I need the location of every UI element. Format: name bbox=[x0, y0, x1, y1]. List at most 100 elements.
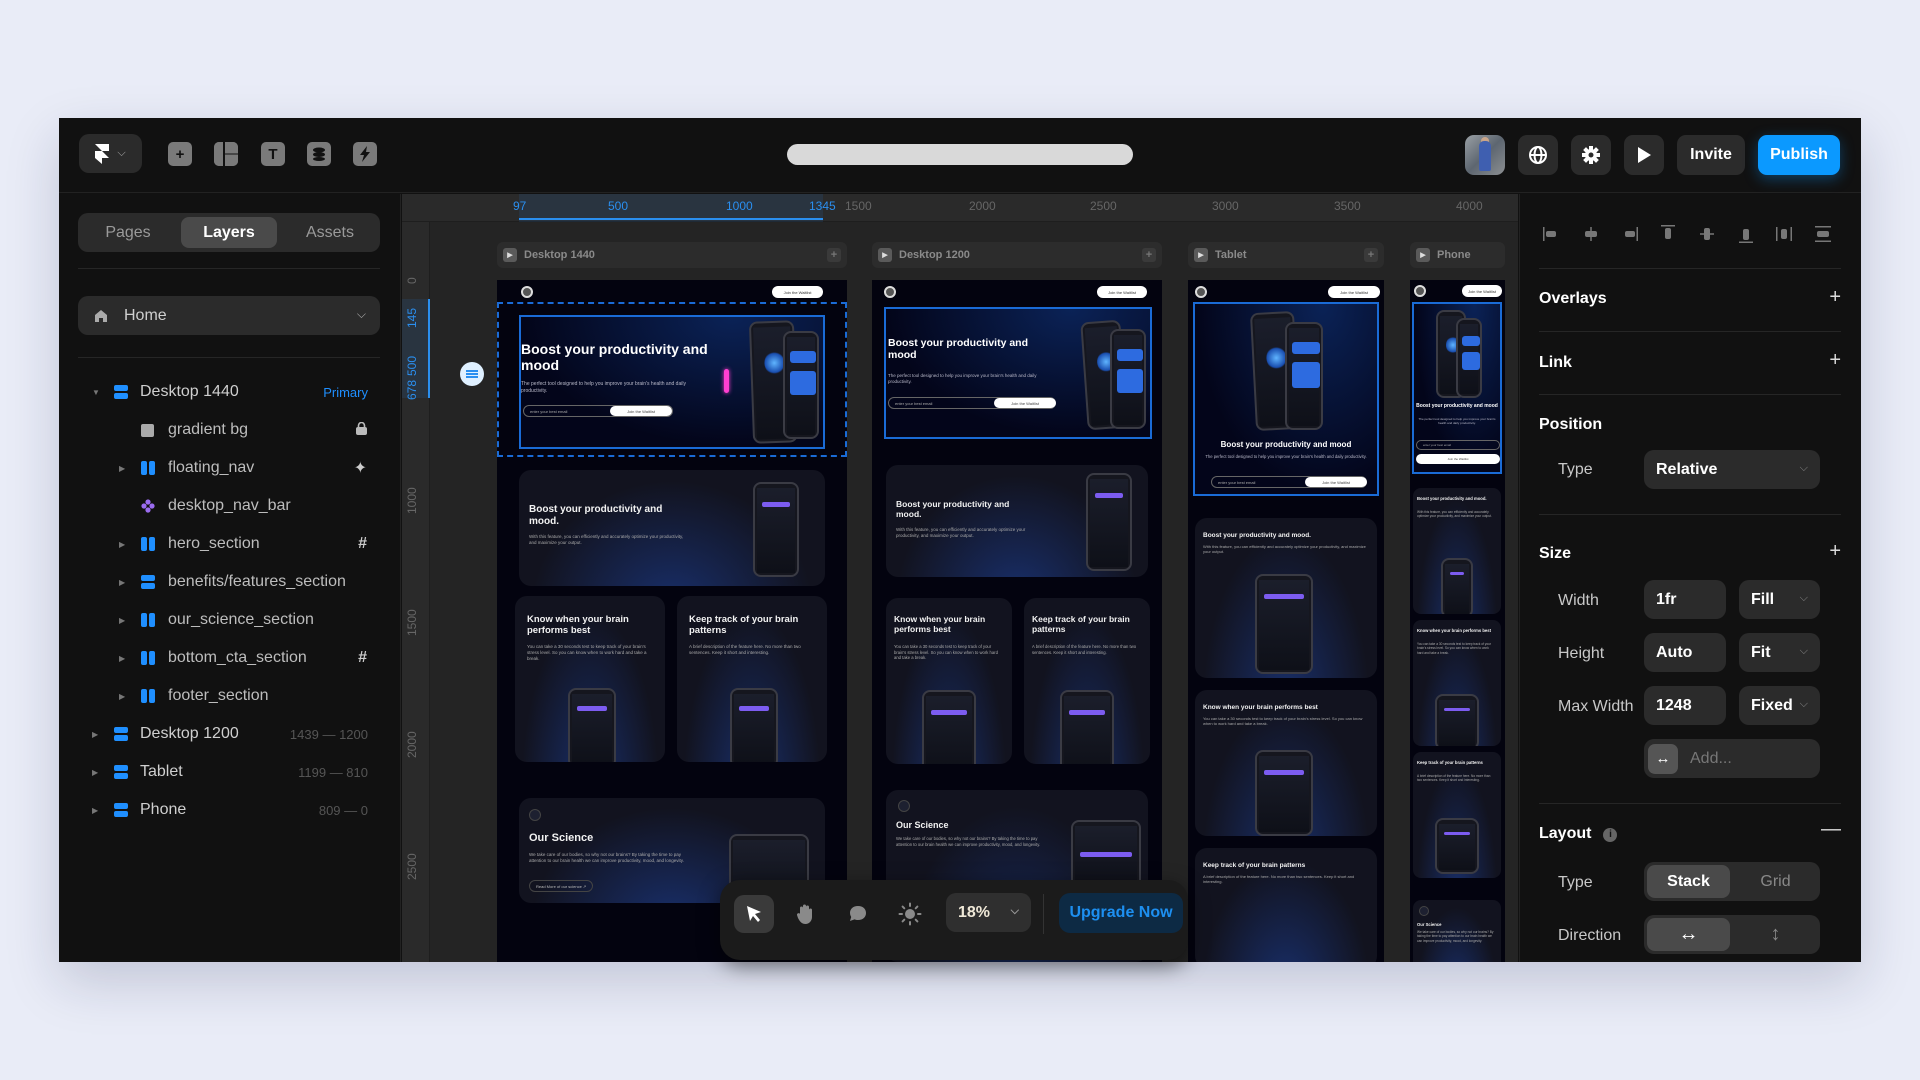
layer-our-science-section[interactable]: ▶ our_science_section bbox=[59, 601, 401, 639]
caret-collapsed-icon[interactable]: ▶ bbox=[119, 578, 125, 587]
design-canvas[interactable]: 97 500 1000 1345 1500 2000 2500 3000 350… bbox=[402, 194, 1518, 962]
caret-expanded-icon[interactable]: ▼ bbox=[92, 388, 100, 397]
publish-button[interactable]: Publish bbox=[1758, 135, 1840, 175]
feature-card[interactable]: Keep track of your brain patterns A brie… bbox=[1195, 848, 1377, 962]
direction-horizontal-icon[interactable]: ↔ bbox=[1647, 918, 1730, 951]
feature-card[interactable]: Boost your productivity and mood. With t… bbox=[886, 465, 1148, 577]
play-icon[interactable]: ▶ bbox=[1416, 248, 1430, 262]
align-v-center-icon[interactable] bbox=[1697, 224, 1717, 244]
layout-type-stack[interactable]: Stack bbox=[1647, 865, 1730, 898]
lock-icon[interactable] bbox=[356, 421, 367, 438]
height-input[interactable]: Auto bbox=[1644, 633, 1726, 672]
align-right-icon[interactable] bbox=[1619, 224, 1639, 244]
theme-toggle-icon[interactable] bbox=[890, 895, 930, 933]
layer-tablet[interactable]: ▶ Tablet 1199 — 810 bbox=[59, 753, 401, 791]
add-link-icon[interactable]: + bbox=[1829, 349, 1841, 372]
align-h-center-icon[interactable] bbox=[1581, 224, 1601, 244]
gear-icon[interactable] bbox=[1571, 135, 1611, 175]
layer-footer-section[interactable]: ▶ footer_section bbox=[59, 677, 401, 715]
invite-button[interactable]: Invite bbox=[1677, 135, 1745, 175]
feature-card[interactable]: Keep track of your brain patterns A brie… bbox=[677, 596, 827, 762]
caret-collapsed-icon[interactable]: ▶ bbox=[92, 806, 98, 815]
tab-layers[interactable]: Layers bbox=[181, 217, 277, 248]
remove-layout-icon[interactable]: — bbox=[1821, 818, 1841, 841]
caret-collapsed-icon[interactable]: ▶ bbox=[119, 616, 125, 625]
width-mode-select[interactable]: Fill ⌵ bbox=[1739, 580, 1820, 619]
cms-database-icon[interactable] bbox=[307, 142, 331, 166]
feature-card[interactable]: Know when your brain performs best You c… bbox=[1195, 690, 1377, 836]
feature-card[interactable]: Boost your productivity and mood. With t… bbox=[1413, 488, 1501, 614]
play-icon[interactable]: ▶ bbox=[878, 248, 892, 262]
caret-collapsed-icon[interactable]: ▶ bbox=[92, 768, 98, 777]
align-left-icon[interactable] bbox=[1542, 224, 1562, 244]
layer-desktop-1200[interactable]: ▶ Desktop 1200 1439 — 1200 bbox=[59, 715, 401, 753]
layer-benefits-features-section[interactable]: ▶ benefits/features_section bbox=[59, 563, 401, 601]
layer-desktop-nav-bar[interactable]: desktop_nav_bar bbox=[59, 487, 401, 525]
max-width-mode-select[interactable]: Fixed ⌵ bbox=[1739, 686, 1820, 725]
add-size-constraint-input[interactable]: ↔ Add... bbox=[1644, 739, 1820, 778]
position-type-select[interactable]: Relative ⌵ bbox=[1644, 450, 1820, 489]
comment-tool-icon[interactable] bbox=[838, 895, 878, 933]
distribute-horizontal-icon[interactable] bbox=[1774, 224, 1794, 244]
caret-collapsed-icon[interactable]: ▶ bbox=[119, 654, 125, 663]
globe-icon[interactable] bbox=[1518, 135, 1558, 175]
width-input[interactable]: 1fr bbox=[1644, 580, 1726, 619]
zoom-level-select[interactable]: 18% ⌵ bbox=[946, 893, 1031, 932]
project-title-bar[interactable] bbox=[787, 144, 1133, 165]
layer-gradient-bg[interactable]: gradient bg bbox=[59, 411, 401, 449]
layer-phone[interactable]: ▶ Phone 809 — 0 bbox=[59, 791, 401, 829]
play-preview-icon[interactable] bbox=[1624, 135, 1664, 175]
feature-card[interactable]: Keep track of your brain patterns A brie… bbox=[1024, 598, 1150, 764]
hero-section[interactable]: Boost your productivity and mood The per… bbox=[1193, 302, 1379, 496]
main-menu-button[interactable]: ⌵ bbox=[79, 134, 142, 173]
align-bottom-icon[interactable] bbox=[1736, 224, 1756, 244]
frame-phone[interactable]: Join the Waitlist Boost your productivit… bbox=[1410, 280, 1505, 962]
hero-section[interactable]: Boost your productivity and mood The per… bbox=[884, 307, 1152, 439]
insert-add-icon[interactable]: + bbox=[168, 142, 192, 166]
feature-card[interactable]: Boost your productivity and mood. With t… bbox=[1195, 518, 1377, 678]
frame-label-desktop-1440[interactable]: ▶ Desktop 1440 + bbox=[497, 242, 847, 268]
frame-tablet[interactable]: Join the Waitlist Boost your productivit… bbox=[1188, 280, 1384, 962]
feature-card[interactable]: Boost your productivity and mood. With t… bbox=[519, 470, 825, 586]
page-select[interactable]: Home ⌵ bbox=[78, 296, 380, 335]
caret-collapsed-icon[interactable]: ▶ bbox=[119, 540, 125, 549]
hero-section[interactable]: Boost your productivity and mood The per… bbox=[519, 315, 825, 449]
direction-vertical-icon[interactable]: ↕ bbox=[1734, 918, 1817, 951]
hand-tool-icon[interactable] bbox=[786, 895, 826, 933]
feature-card[interactable]: Know when your brain performs best You c… bbox=[886, 598, 1012, 764]
caret-collapsed-icon[interactable]: ▶ bbox=[119, 692, 125, 701]
user-avatar[interactable] bbox=[1465, 135, 1505, 175]
distribute-vertical-icon[interactable] bbox=[1813, 224, 1833, 244]
add-breakpoint-icon[interactable]: + bbox=[1142, 248, 1156, 262]
frame-label-phone[interactable]: ▶ Phone bbox=[1410, 242, 1505, 268]
align-top-icon[interactable] bbox=[1658, 224, 1678, 244]
play-icon[interactable]: ▶ bbox=[503, 248, 517, 262]
hero-section[interactable]: Boost your productivity and mood The per… bbox=[1412, 302, 1502, 474]
add-overlay-icon[interactable]: + bbox=[1829, 286, 1841, 309]
layer-desktop-1440[interactable]: ▼ Desktop 1440 Primary bbox=[59, 373, 401, 411]
feature-card[interactable]: Know when your brain performs best You c… bbox=[515, 596, 665, 762]
text-icon[interactable]: T bbox=[261, 142, 285, 166]
tab-pages[interactable]: Pages bbox=[82, 217, 174, 248]
add-breakpoint-icon[interactable]: + bbox=[827, 248, 841, 262]
layer-bottom-cta-section[interactable]: ▶ bottom_cta_section # bbox=[59, 639, 401, 677]
layout-icon[interactable] bbox=[214, 142, 238, 166]
add-breakpoint-icon[interactable]: + bbox=[1364, 248, 1378, 262]
stack-handle-icon[interactable] bbox=[460, 362, 484, 386]
tab-assets[interactable]: Assets bbox=[284, 217, 376, 248]
add-size-icon[interactable]: + bbox=[1829, 540, 1841, 563]
science-card[interactable]: Our Science We take care of our bodies, … bbox=[1413, 900, 1501, 962]
pointer-tool-icon[interactable] bbox=[734, 895, 774, 933]
frame-label-tablet[interactable]: ▶ Tablet + bbox=[1188, 242, 1384, 268]
info-icon[interactable]: i bbox=[1603, 827, 1618, 842]
layer-hero-section[interactable]: ▶ hero_section # bbox=[59, 525, 401, 563]
layer-floating-nav[interactable]: ▶ floating_nav ✦ bbox=[59, 449, 401, 487]
max-width-input[interactable]: 1248 bbox=[1644, 686, 1726, 725]
feature-card[interactable]: Keep track of your brain patterns A brie… bbox=[1413, 752, 1501, 878]
play-icon[interactable]: ▶ bbox=[1194, 248, 1208, 262]
layout-type-grid[interactable]: Grid bbox=[1734, 865, 1817, 898]
caret-collapsed-icon[interactable]: ▶ bbox=[92, 730, 98, 739]
height-mode-select[interactable]: Fit ⌵ bbox=[1739, 633, 1820, 672]
caret-collapsed-icon[interactable]: ▶ bbox=[119, 464, 125, 473]
frame-desktop-1440[interactable]: Join the Waitlist Boost your productivit… bbox=[497, 280, 847, 962]
